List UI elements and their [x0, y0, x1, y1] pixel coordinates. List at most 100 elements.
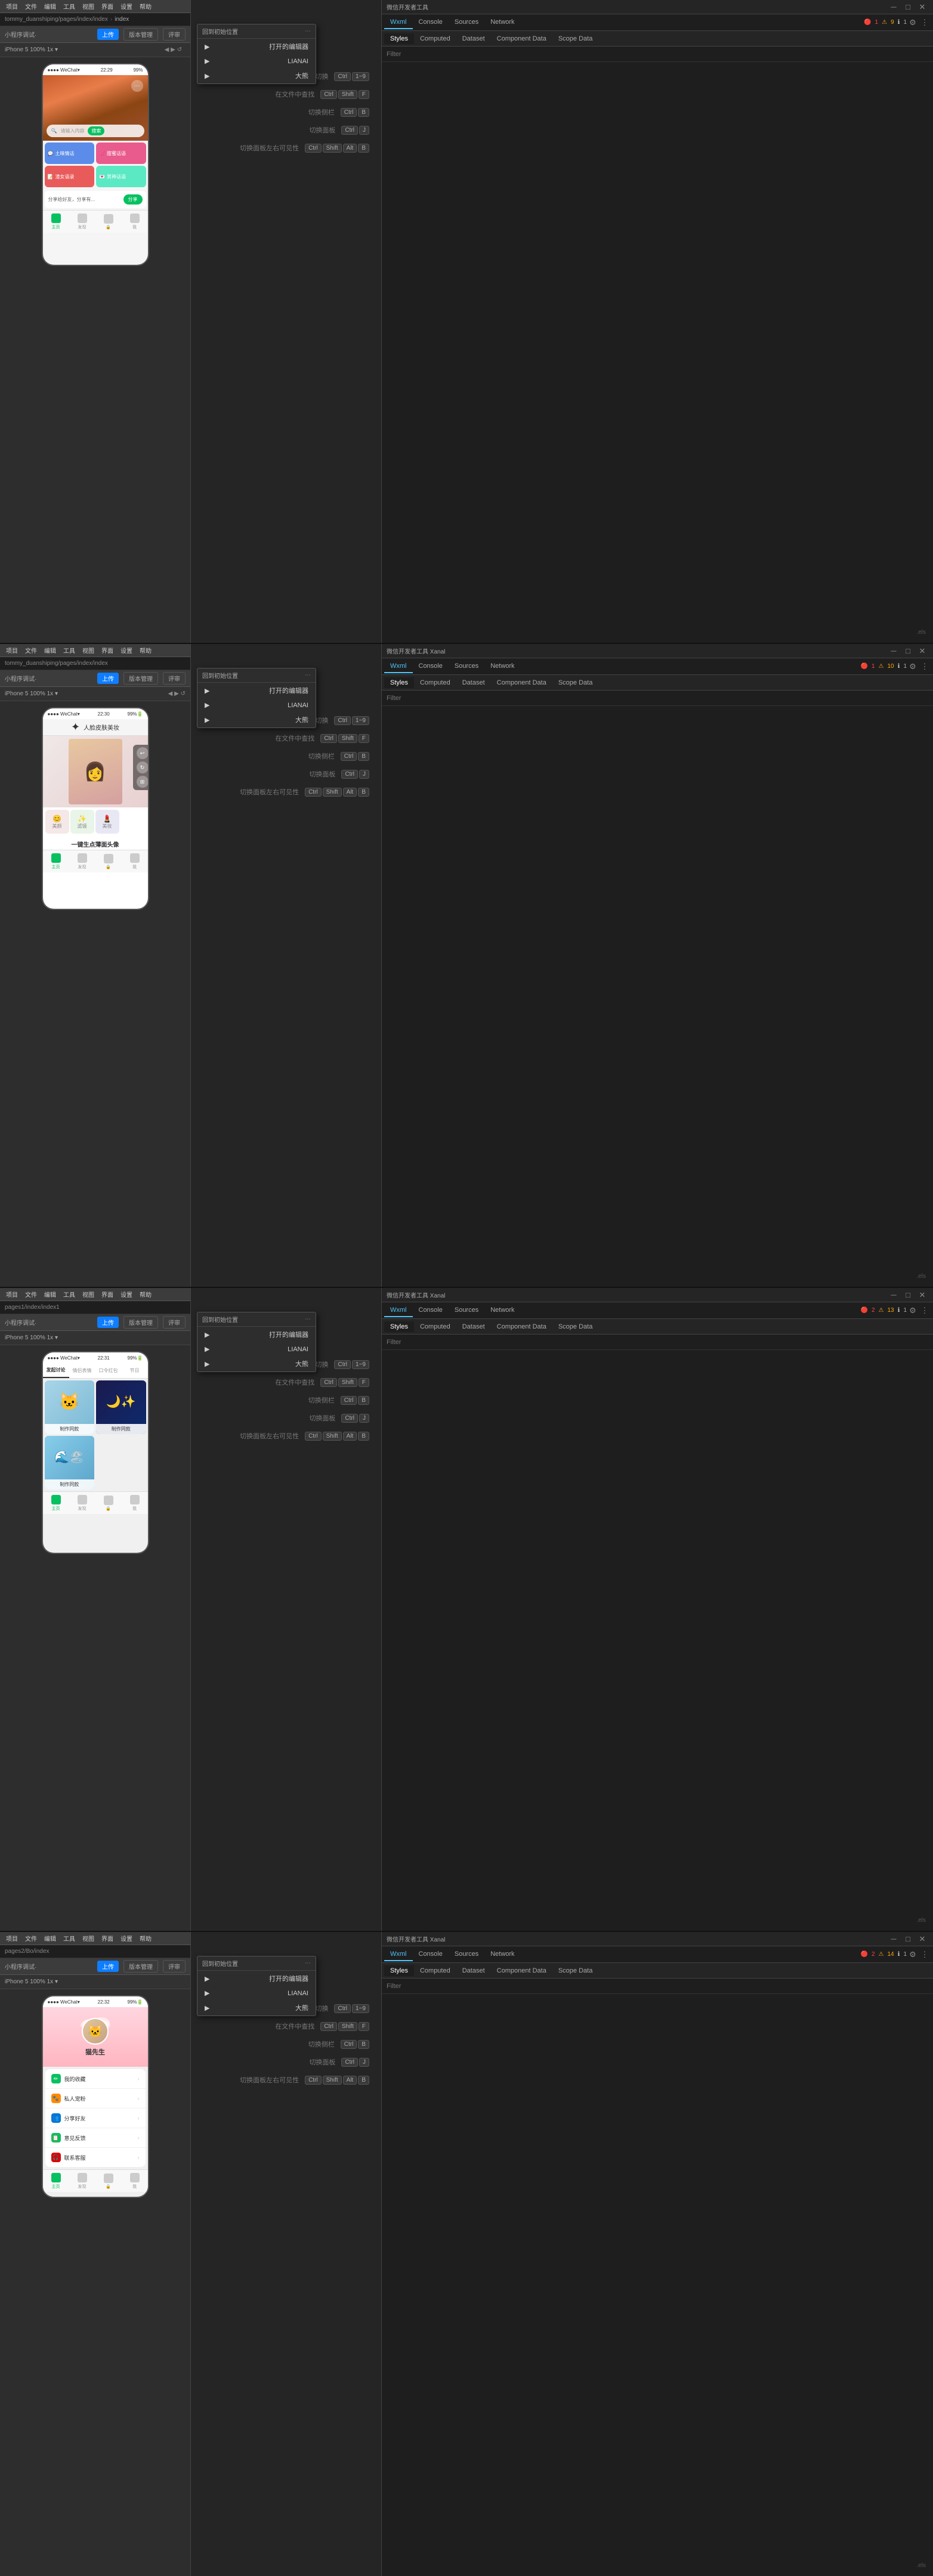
dt-minimize-2[interactable]: ─	[888, 645, 900, 657]
ctx-item-daxiong-4[interactable]: ▶大熊	[197, 2000, 316, 2015]
ctx-item-daxiong-2[interactable]: ▶大熊	[197, 712, 316, 727]
dt-maximize-2[interactable]: □	[902, 645, 914, 657]
menu-interface-2[interactable]: 界面	[98, 645, 117, 656]
subtab-styles-2[interactable]: Styles	[384, 677, 414, 688]
menu-tools[interactable]: 工具	[60, 1, 79, 12]
upload-btn-2[interactable]: 上传	[97, 673, 119, 684]
tab-sources-2[interactable]: Sources	[449, 660, 484, 673]
subtab-computed-3[interactable]: Computed	[414, 1321, 456, 1332]
tab-console-1[interactable]: Console	[413, 16, 449, 29]
subtab-styles-3[interactable]: Styles	[384, 1321, 414, 1332]
version-mgmt-btn-2[interactable]: 版本管理	[123, 672, 158, 685]
nav-home-1[interactable]: 主页	[51, 213, 61, 230]
menu-edit-2[interactable]: 编辑	[41, 645, 60, 656]
menu-interface[interactable]: 界面	[98, 1, 117, 12]
nav-discover-1[interactable]: 发现	[78, 213, 87, 230]
ctx-item-lianai-1[interactable]: ▶ LIANAI	[197, 54, 316, 68]
tab-wxml-3[interactable]: Wxml	[384, 1304, 413, 1317]
menu-project-2[interactable]: 项目	[2, 645, 21, 656]
nav-lock-2[interactable]: 🔒	[104, 854, 113, 869]
menu-help-2[interactable]: 帮助	[136, 645, 155, 656]
menu-edit[interactable]: 编辑	[41, 1, 60, 12]
share-btn-1[interactable]: 分享	[123, 194, 143, 205]
nav-home-2[interactable]: 主页	[51, 853, 61, 870]
subtab-dataset-1[interactable]: Dataset	[456, 33, 491, 44]
dt-settings-2[interactable]: ⚙	[907, 661, 919, 673]
review-btn-2[interactable]: 评审	[163, 672, 186, 685]
ctx-item-editor-1[interactable]: ▶ 打开的编辑器	[197, 39, 316, 54]
filter-input-2[interactable]	[387, 695, 928, 702]
tab-network-1[interactable]: Network	[484, 16, 520, 29]
profile-row-fans-4[interactable]: 🐾 私人宠粉 ›	[45, 2089, 146, 2109]
dt-settings-1[interactable]: ⚙	[907, 17, 919, 29]
subtab-component-2[interactable]: Component Data	[491, 677, 552, 688]
nav-discover-2[interactable]: 发现	[78, 853, 87, 870]
subtab-scope-2[interactable]: Scope Data	[552, 677, 598, 688]
subtab-dataset-4[interactable]: Dataset	[456, 1965, 491, 1976]
nav-me-1[interactable]: 我	[130, 213, 140, 230]
subtab-computed-1[interactable]: Computed	[414, 33, 456, 44]
review-btn-1[interactable]: 评审	[163, 28, 186, 41]
ctx-item-editor-2[interactable]: ▶打开的编辑器	[197, 683, 316, 698]
menu-project[interactable]: 项目	[2, 1, 21, 12]
subtab-scope-1[interactable]: Scope Data	[552, 33, 598, 44]
menu-tools-2[interactable]: 工具	[60, 645, 79, 656]
upload-btn-1[interactable]: 上传	[97, 29, 119, 40]
ctx-item-daxiong-3[interactable]: ▶大熊	[197, 1356, 316, 1371]
ctx-item-lianai-4[interactable]: ▶LIANAI	[197, 1986, 316, 2000]
nav-lock-1[interactable]: 🔒	[104, 214, 113, 230]
menu-view[interactable]: 视图	[79, 1, 98, 12]
profile-row-share-4[interactable]: 👥 分享好友 ›	[45, 2109, 146, 2128]
menu-file-2[interactable]: 文件	[21, 645, 41, 656]
profile-row-collection-4[interactable]: ✏ 我的收藏 ›	[45, 2069, 146, 2089]
menu-file[interactable]: 文件	[21, 1, 41, 12]
menu-settings-2[interactable]: 设置	[117, 645, 136, 656]
filter-input-1[interactable]	[387, 51, 928, 58]
subtab-dataset-3[interactable]: Dataset	[456, 1321, 491, 1332]
subtab-dataset-2[interactable]: Dataset	[456, 677, 491, 688]
profile-row-service-4[interactable]: 🎧 联系客服 ›	[45, 2148, 146, 2167]
devtools-close-1[interactable]: ✕	[916, 1, 928, 13]
tab-sources-3[interactable]: Sources	[449, 1304, 484, 1317]
filter-input-3[interactable]	[387, 1339, 928, 1346]
ctx-item-editor-4[interactable]: ▶打开的编辑器	[197, 1971, 316, 1986]
nav-me-2[interactable]: 我	[130, 853, 140, 870]
search-btn-1[interactable]: 搜索	[88, 126, 104, 135]
menu-settings[interactable]: 设置	[117, 1, 136, 12]
version-mgmt-btn-1[interactable]: 版本管理	[123, 28, 158, 41]
dt-more-2[interactable]: ⋮	[919, 661, 931, 673]
subtab-scope-3[interactable]: Scope Data	[552, 1321, 598, 1332]
tab-sources-1[interactable]: Sources	[449, 16, 484, 29]
tab-console-3[interactable]: Console	[413, 1304, 449, 1317]
ctx-item-lianai-2[interactable]: ▶LIANAI	[197, 698, 316, 712]
dt-more-1[interactable]: ⋮	[919, 17, 931, 29]
devtools-maximize-1[interactable]: □	[902, 1, 914, 13]
tab-sources-4[interactable]: Sources	[449, 1948, 484, 1961]
ctx-more-1[interactable]: ⋯	[305, 28, 311, 35]
tab-wxml-1[interactable]: Wxml	[384, 16, 413, 29]
tab-wxml-2[interactable]: Wxml	[384, 660, 413, 673]
dt-close-2[interactable]: ✕	[916, 645, 928, 657]
ctx-item-editor-3[interactable]: ▶打开的编辑器	[197, 1327, 316, 1342]
subtab-computed-2[interactable]: Computed	[414, 677, 456, 688]
filter-input-4[interactable]	[387, 1983, 928, 1990]
menu-view-2[interactable]: 视图	[79, 645, 98, 656]
devtools-minimize-1[interactable]: ─	[888, 1, 900, 13]
tab-console-4[interactable]: Console	[413, 1948, 449, 1961]
subtab-computed-4[interactable]: Computed	[414, 1965, 456, 1976]
ctx-item-daxiong-1[interactable]: ▶ 大熊	[197, 68, 316, 83]
subtab-component-4[interactable]: Component Data	[491, 1965, 552, 1976]
subtab-styles-1[interactable]: Styles	[384, 33, 414, 44]
subtab-scope-4[interactable]: Scope Data	[552, 1965, 598, 1976]
tab-network-3[interactable]: Network	[484, 1304, 520, 1317]
tab-console-2[interactable]: Console	[413, 660, 449, 673]
menu-help[interactable]: 帮助	[136, 1, 155, 12]
profile-row-feedback-4[interactable]: 📋 意见反馈 ›	[45, 2128, 146, 2148]
tab-network-2[interactable]: Network	[484, 660, 520, 673]
subtab-styles-4[interactable]: Styles	[384, 1965, 414, 1976]
tab-network-4[interactable]: Network	[484, 1948, 520, 1961]
subtab-component-3[interactable]: Component Data	[491, 1321, 552, 1332]
ctx-item-lianai-3[interactable]: ▶LIANAI	[197, 1342, 316, 1356]
tab-wxml-4[interactable]: Wxml	[384, 1948, 413, 1961]
subtab-component-1[interactable]: Component Data	[491, 33, 552, 44]
